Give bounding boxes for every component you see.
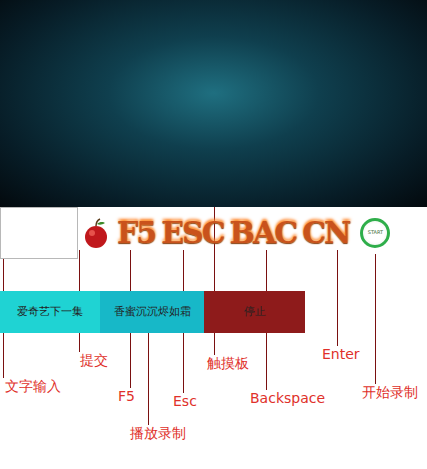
playback-button-label: 停止 (244, 304, 266, 321)
callout-label: 文字输入 (5, 378, 61, 395)
control-row: F5ESCBACCN START (0, 207, 427, 259)
playback-button-label: 香蜜沉沉烬如霜 (114, 304, 191, 321)
key-button[interactable]: CN (299, 218, 352, 248)
remote-page: F5ESCBACCNSTART 爱奇艺下一集香蜜沉沉烬如霜停止 文字输入提交F5… (0, 0, 427, 469)
touchpad-area[interactable] (0, 0, 427, 207)
key-button[interactable]: BAC (227, 218, 300, 248)
callout-label: F5 (118, 388, 135, 405)
key-button[interactable]: ESC (158, 218, 226, 248)
callout-label: Esc (173, 393, 197, 410)
playback-button[interactable]: 停止 (204, 291, 305, 333)
callout-line (337, 250, 338, 346)
callout-line (148, 333, 149, 425)
callout-label: 播放录制 (130, 425, 186, 442)
callout-label: Backspace (250, 390, 325, 407)
callout-line (375, 254, 376, 384)
callout-label: 提交 (80, 352, 108, 369)
playback-row: 爱奇艺下一集 香蜜沉沉烬如霜 停止 (0, 291, 427, 333)
callout-label: Enter (322, 346, 360, 363)
start-button[interactable]: START (360, 218, 390, 248)
callout-label: 触摸板 (207, 355, 249, 372)
playback-button[interactable]: 香蜜沉沉烬如霜 (100, 291, 204, 333)
playback-button[interactable]: 爱奇艺下一集 (0, 291, 100, 333)
playback-button-label: 爱奇艺下一集 (17, 304, 83, 321)
callout-label: 开始录制 (362, 384, 418, 401)
text-input[interactable] (0, 207, 78, 259)
apple-icon[interactable] (82, 217, 110, 249)
key-button[interactable]: F5 (114, 218, 158, 248)
